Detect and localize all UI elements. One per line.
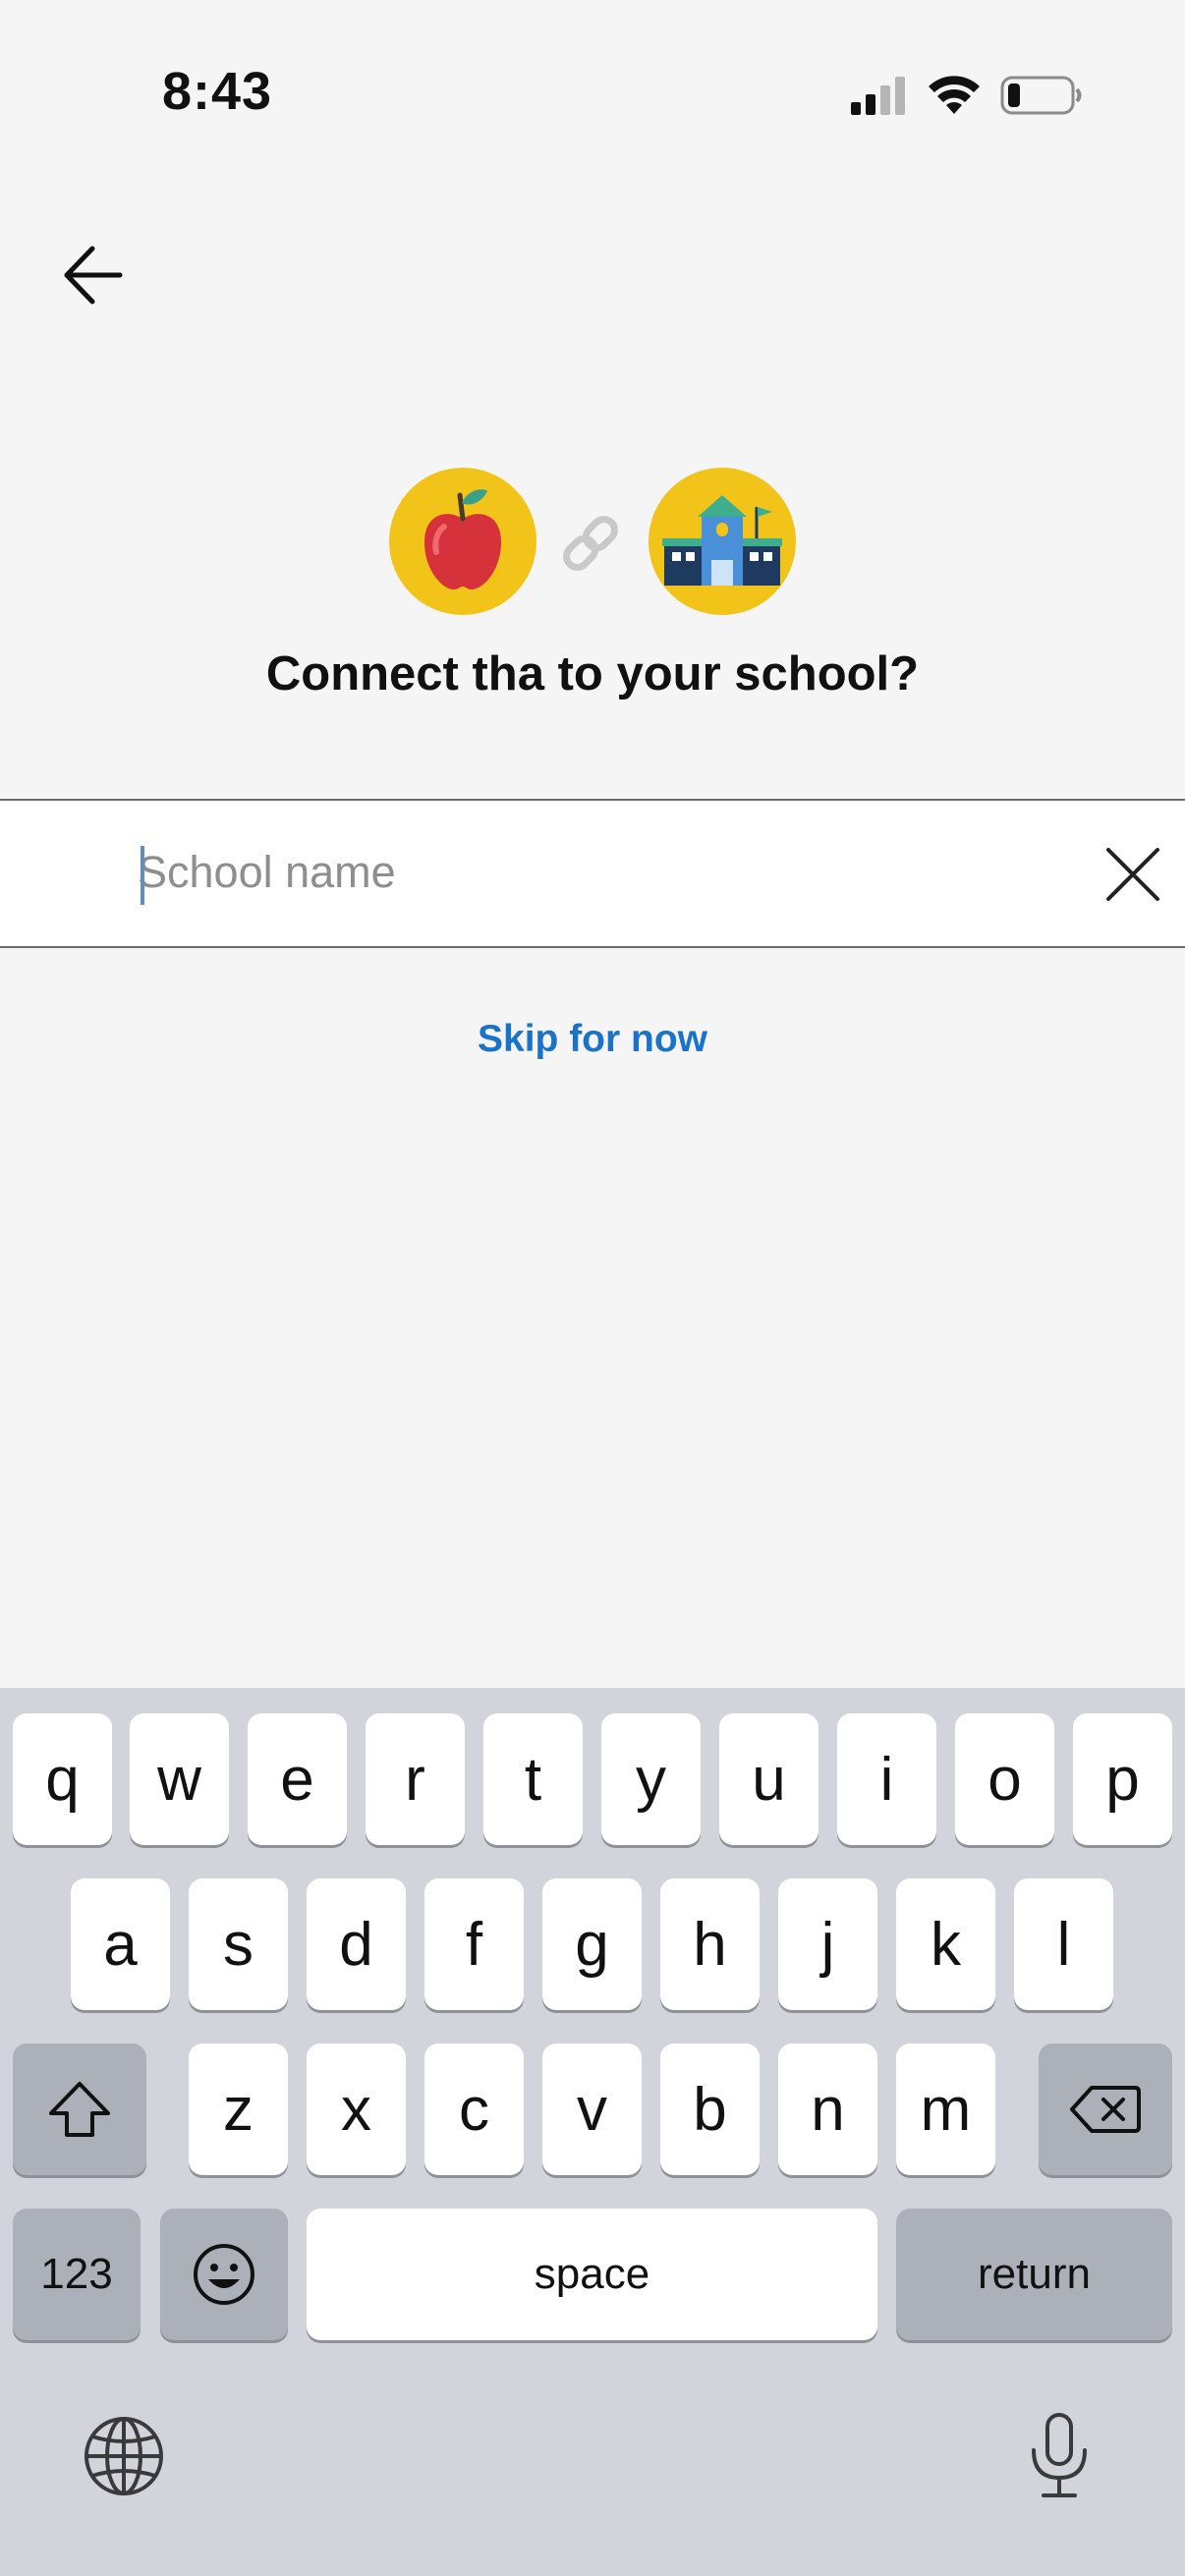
key-b[interactable]: b xyxy=(660,2044,760,2175)
key-m[interactable]: m xyxy=(896,2044,995,2175)
microphone-icon xyxy=(1032,2413,1087,2497)
key-y[interactable]: y xyxy=(601,1713,701,1845)
key-t[interactable]: t xyxy=(483,1713,583,1845)
key-d[interactable]: d xyxy=(307,1878,406,2010)
key-r[interactable]: r xyxy=(366,1713,465,1845)
key-e[interactable]: e xyxy=(248,1713,347,1845)
return-key[interactable]: return xyxy=(896,2209,1172,2340)
key-w[interactable]: w xyxy=(130,1713,229,1845)
key-s[interactable]: s xyxy=(189,1878,288,2010)
apple-badge xyxy=(389,468,536,615)
school-icon xyxy=(662,495,782,586)
space-key[interactable]: space xyxy=(307,2209,877,2340)
key-a[interactable]: a xyxy=(71,1878,170,2010)
return-key-label: return xyxy=(978,2250,1091,2298)
battery-icon xyxy=(1000,76,1082,115)
globe-button[interactable] xyxy=(83,2415,165,2502)
clear-button[interactable] xyxy=(1099,840,1167,909)
status-bar: 8:43 xyxy=(0,0,1185,196)
key-l[interactable]: l xyxy=(1014,1878,1113,2010)
back-button[interactable] xyxy=(49,231,138,319)
status-time: 8:43 xyxy=(162,62,273,121)
clear-icon xyxy=(1106,848,1159,901)
shift-icon xyxy=(49,2082,110,2137)
key-n[interactable]: n xyxy=(778,2044,877,2175)
backspace-icon xyxy=(1070,2086,1141,2133)
apple-icon xyxy=(424,489,501,589)
key-j[interactable]: j xyxy=(778,1878,877,2010)
signal-icon xyxy=(851,77,905,115)
text-caret xyxy=(141,846,144,905)
key-p[interactable]: p xyxy=(1073,1713,1172,1845)
link-icon xyxy=(563,516,618,571)
key-q[interactable]: q xyxy=(13,1713,112,1845)
space-key-label: space xyxy=(534,2250,650,2298)
globe-icon xyxy=(85,2417,163,2495)
keyboard: q w e r t y u i o p a s d f g h j k l z … xyxy=(0,1688,1185,2576)
wifi-icon xyxy=(929,76,980,114)
key-f[interactable]: f xyxy=(424,1878,524,2010)
page-title: Connect tha to your school? xyxy=(265,647,920,700)
emoji-icon xyxy=(194,2244,254,2305)
key-k[interactable]: k xyxy=(896,1878,995,2010)
key-c[interactable]: c xyxy=(424,2044,524,2175)
search-bar xyxy=(0,799,1185,948)
backspace-key[interactable] xyxy=(1039,2044,1172,2175)
numbers-key-label: 123 xyxy=(40,2250,113,2298)
school-name-input[interactable] xyxy=(138,828,1022,917)
key-o[interactable]: o xyxy=(955,1713,1054,1845)
key-u[interactable]: u xyxy=(719,1713,818,1845)
key-z[interactable]: z xyxy=(189,2044,288,2175)
key-x[interactable]: x xyxy=(307,2044,406,2175)
key-i[interactable]: i xyxy=(837,1713,936,1845)
key-g[interactable]: g xyxy=(542,1878,642,2010)
emoji-key[interactable] xyxy=(160,2209,288,2340)
school-badge xyxy=(649,468,796,615)
skip-for-now-link[interactable]: Skip for now xyxy=(0,1018,1185,1061)
numbers-key[interactable]: 123 xyxy=(13,2209,141,2340)
back-arrow-icon xyxy=(64,246,123,305)
shift-key[interactable] xyxy=(13,2044,146,2175)
dictation-button[interactable] xyxy=(1024,2411,1095,2504)
key-h[interactable]: h xyxy=(660,1878,760,2010)
key-v[interactable]: v xyxy=(542,2044,642,2175)
